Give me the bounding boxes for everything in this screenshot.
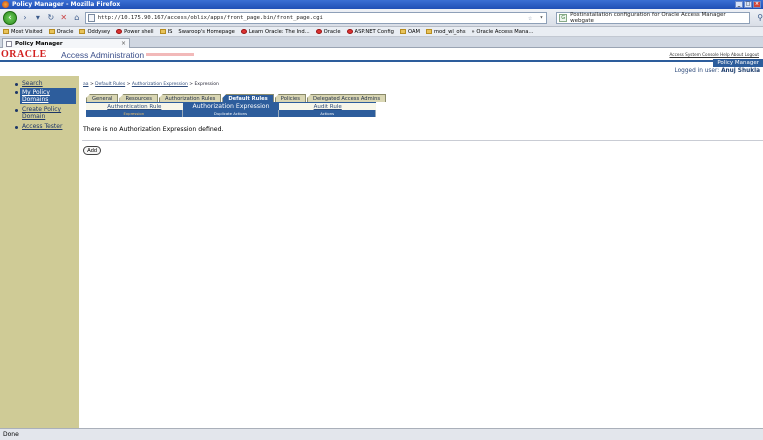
subtab-authorization-expression[interactable]: Authorization Expression	[182, 102, 280, 110]
search-engine-icon[interactable]: G	[559, 13, 568, 22]
column-duplicate-actions[interactable]: Duplicate Actions	[183, 110, 280, 117]
bookmark-item[interactable]: Oracle	[315, 29, 341, 35]
bookmark-item[interactable]: » Oracle Access Mana...	[472, 29, 534, 35]
tab-delegated-access-admins[interactable]: Delegated Access Admins	[306, 94, 387, 102]
status-bar: Done	[0, 428, 763, 440]
folder-icon	[79, 29, 86, 34]
search-box[interactable]: G Postinstallation configuration for Ora…	[556, 11, 751, 24]
bookmark-item[interactable]: Oddysey	[79, 29, 110, 35]
top-links[interactable]: Access System Console Help About Logout	[670, 52, 760, 57]
url-bar[interactable]: http://10.175.90.167/access/oblix/apps/f…	[84, 11, 548, 24]
bookmark-item[interactable]: Most Visited	[3, 29, 43, 35]
bookmark-item[interactable]: OAM	[399, 29, 420, 35]
browser-tab-policy-manager[interactable]: Policy Manager ×	[2, 38, 130, 48]
bookmark-item[interactable]: Power shell	[116, 29, 154, 35]
navigation-toolbar: ‹ › ▾ ↻ ✕ ⌂ http://10.175.90.167/access/…	[0, 9, 763, 27]
sidebar-item-my-policy-domains[interactable]: My Policy Domains	[20, 88, 76, 104]
tab-policies[interactable]: Policies	[274, 94, 306, 102]
search-icon[interactable]: ⚲	[757, 13, 763, 22]
bookmark-star-icon[interactable]: ☆	[528, 14, 532, 22]
close-window-button[interactable]: ×	[753, 1, 761, 8]
folder-icon	[48, 29, 55, 34]
tab-default-rules[interactable]: Default Rules	[222, 94, 274, 102]
subtab-audit-rule[interactable]: Audit Rule	[279, 102, 377, 110]
column-header-row: Expression Duplicate Actions Actions	[86, 110, 377, 117]
page-icon	[87, 13, 95, 22]
tab-resources[interactable]: Resources	[119, 94, 158, 102]
user-name: Anuj Shukla	[721, 68, 760, 74]
folder-icon	[399, 29, 406, 34]
bullet-icon	[15, 126, 18, 129]
subtab-authentication-rule[interactable]: Authentication Rule	[86, 102, 183, 110]
sidebar-item-access-tester[interactable]: Access Tester	[22, 123, 62, 130]
back-arrow-icon[interactable]: ‹	[3, 10, 17, 25]
sidebar-item-create-policy-domain[interactable]: Create Policy Domain	[22, 106, 70, 120]
home-icon[interactable]: ⌂	[72, 12, 82, 24]
tab-strip: Policy Manager ×	[0, 37, 763, 48]
title-decoration	[146, 53, 194, 56]
bullet-icon	[15, 91, 18, 94]
bookmark-item[interactable]: ASP.NET Config	[346, 29, 394, 35]
aspnet-icon	[346, 29, 353, 34]
page-icon	[6, 40, 12, 47]
tab-authorization-rules[interactable]: Authorization Rules	[158, 94, 222, 102]
bookmark-item[interactable]: Oracle	[48, 29, 73, 35]
app-badge: Policy Manager	[713, 59, 763, 67]
breadcrumb-item[interactable]: aa	[83, 82, 89, 87]
reload-icon[interactable]: ↻	[46, 12, 56, 24]
bookmarks-toolbar: Most Visited Oracle Oddysey Power shell …	[0, 27, 763, 37]
stop-icon[interactable]: ✕	[59, 12, 69, 24]
bookmark-item[interactable]: mod_wl_ohs	[425, 29, 466, 35]
app-title: Access Administration	[61, 50, 145, 60]
empty-message: There is no Authorization Expression def…	[83, 126, 224, 133]
tab-general[interactable]: General	[86, 94, 119, 102]
header-divider	[0, 60, 763, 62]
bookmark-item[interactable]: Swaroop's Homepage	[178, 29, 234, 35]
oracle-icon	[315, 29, 322, 34]
bullet-icon	[15, 83, 18, 86]
folder-icon	[3, 29, 9, 34]
status-text: Done	[3, 431, 19, 438]
breadcrumb: aa > Default Rules > Authorization Expre…	[83, 82, 219, 87]
page-content: ORACLE Access Administration Access Syst…	[0, 48, 763, 428]
folder-icon	[159, 29, 166, 34]
firefox-icon	[2, 1, 9, 8]
oracle-icon	[240, 29, 247, 34]
maximize-button[interactable]: □	[744, 1, 752, 8]
bullet-icon	[15, 109, 18, 112]
bookmark-item[interactable]: IS	[159, 29, 172, 35]
main-tabs: General Resources Authorization Rules De…	[86, 94, 387, 102]
close-tab-icon[interactable]: ×	[121, 40, 126, 47]
history-dropdown-icon[interactable]: ▾	[33, 12, 43, 24]
add-button[interactable]: Add	[83, 146, 101, 155]
window-title-bar: Policy Manager - Mozilla Firefox _ □ ×	[0, 0, 763, 9]
forward-arrow-icon[interactable]: ›	[20, 12, 30, 24]
window-title: Policy Manager - Mozilla Firefox	[12, 1, 121, 8]
sidebar-item-search[interactable]: Search	[22, 80, 43, 87]
url-dropdown-icon[interactable]: ▾	[540, 14, 544, 21]
logged-in-user: Logged in user: Anuj Shukla	[674, 68, 760, 74]
breadcrumb-item[interactable]: Default Rules	[95, 82, 125, 87]
search-text: Postinstallation configuration for Oracl…	[570, 11, 726, 24]
url-text: http://10.175.90.167/access/oblix/apps/f…	[97, 14, 323, 21]
breadcrumb-item[interactable]: Authorization Expression	[132, 82, 188, 87]
sub-tabs: Authentication Rule Authorization Expres…	[86, 102, 377, 110]
powershell-icon	[116, 29, 123, 34]
column-expression[interactable]: Expression	[86, 110, 183, 117]
left-sidebar: Search My Policy Domains Create Policy D…	[0, 76, 79, 428]
tab-title: Policy Manager	[15, 40, 63, 47]
content-divider	[82, 140, 763, 141]
minimize-button[interactable]: _	[735, 1, 743, 8]
oracle-logo: ORACLE	[1, 49, 47, 60]
breadcrumb-current: Expression	[194, 82, 219, 87]
bookmark-item[interactable]: Learn Oracle: The Ind...	[240, 29, 310, 35]
folder-icon	[425, 29, 432, 34]
column-actions[interactable]: Actions	[279, 110, 377, 117]
